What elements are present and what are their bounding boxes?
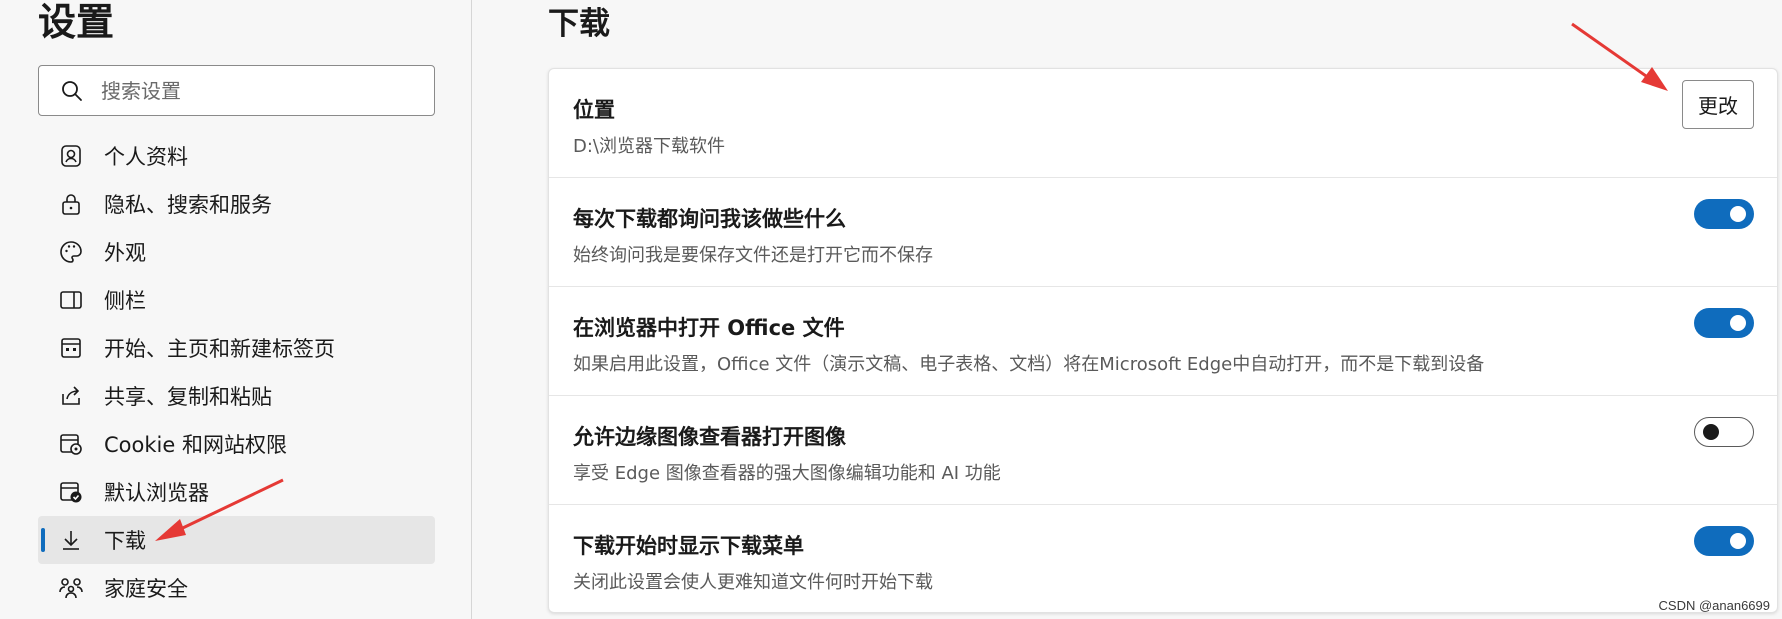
sidebar-item-label: 个人资料 <box>104 145 188 169</box>
setting-row-location: 位置 D:\浏览器下载软件 更改 <box>549 69 1777 178</box>
sidebar-item-appearance[interactable]: 外观 <box>38 228 435 276</box>
sidebar-item-sidebar[interactable]: 侧栏 <box>38 276 435 324</box>
open-office-toggle[interactable] <box>1694 308 1754 338</box>
sidebar-item-label: 隐私、搜索和服务 <box>104 193 272 217</box>
cookie-site-icon <box>58 431 84 457</box>
sidebar-item-label: Cookie 和网站权限 <box>104 433 287 457</box>
setting-row-ask-each-download: 每次下载都询问我该做些什么 始终询问我是要保存文件还是打开它而不保存 <box>549 178 1777 287</box>
sidebar-item-label: 外观 <box>104 241 146 265</box>
palette-icon <box>58 239 84 265</box>
sidebar-item-family[interactable]: 家庭安全 <box>38 564 435 612</box>
setting-title: 在浏览器中打开 Office 文件 <box>573 316 845 340</box>
lock-icon <box>58 191 84 217</box>
sidebar-item-downloads[interactable]: 下载 <box>38 516 435 564</box>
sidebar-item-label: 下载 <box>104 529 146 553</box>
setting-description: 始终询问我是要保存文件还是打开它而不保存 <box>573 245 933 266</box>
settings-sidebar: 设置 个人资料 隐私、搜索和服务 外观 <box>0 0 472 619</box>
setting-title: 位置 <box>573 98 615 122</box>
image-viewer-toggle[interactable] <box>1694 417 1754 447</box>
sidebar-item-cookies[interactable]: Cookie 和网站权限 <box>38 420 435 468</box>
ask-each-download-toggle[interactable] <box>1694 199 1754 229</box>
search-input[interactable] <box>101 78 401 103</box>
setting-description: 如果启用此设置，Office 文件（演示文稿、电子表格、文档）将在Microso… <box>573 354 1485 375</box>
sidebar-item-label: 共享、复制和粘贴 <box>104 385 272 409</box>
search-box[interactable] <box>38 65 435 116</box>
setting-title: 下载开始时显示下载菜单 <box>573 534 804 558</box>
sidebar-title: 设置 <box>38 0 115 44</box>
sidebar-item-share[interactable]: 共享、复制和粘贴 <box>38 372 435 420</box>
setting-description: D:\浏览器下载软件 <box>573 136 725 157</box>
toggle-knob <box>1730 206 1746 222</box>
setting-description: 享受 Edge 图像查看器的强大图像编辑功能和 AI 功能 <box>573 463 1001 484</box>
profile-icon <box>58 143 84 169</box>
family-icon <box>58 575 84 601</box>
downloads-settings-card: 位置 D:\浏览器下载软件 更改 每次下载都询问我该做些什么 始终询问我是要保存… <box>548 68 1778 613</box>
toggle-knob <box>1703 424 1719 440</box>
page-title: 下载 <box>548 6 610 42</box>
default-browser-icon <box>58 479 84 505</box>
setting-title: 允许边缘图像查看器打开图像 <box>573 425 846 449</box>
setting-row-image-viewer: 允许边缘图像查看器打开图像 享受 Edge 图像查看器的强大图像编辑功能和 AI… <box>549 396 1777 505</box>
setting-row-open-office: 在浏览器中打开 Office 文件 如果启用此设置，Office 文件（演示文稿… <box>549 287 1777 396</box>
toggle-knob <box>1730 315 1746 331</box>
sidebar-item-label: 默认浏览器 <box>104 481 209 505</box>
toggle-knob <box>1730 533 1746 549</box>
change-location-button[interactable]: 更改 <box>1682 80 1754 129</box>
settings-nav: 个人资料 隐私、搜索和服务 外观 侧栏 开始、主页和新建标签页 共享、复制和粘贴… <box>38 132 435 612</box>
search-icon <box>62 80 82 101</box>
setting-title: 每次下载都询问我该做些什么 <box>573 207 846 231</box>
sidebar-item-default-browser[interactable]: 默认浏览器 <box>38 468 435 516</box>
sidebar-item-label: 开始、主页和新建标签页 <box>104 337 335 361</box>
sidebar-item-privacy[interactable]: 隐私、搜索和服务 <box>38 180 435 228</box>
watermark: CSDN @anan6699 <box>1658 598 1770 613</box>
sidebar-item-profile[interactable]: 个人资料 <box>38 132 435 180</box>
setting-row-show-download-menu: 下载开始时显示下载菜单 关闭此设置会使人更难知道文件何时开始下载 <box>549 505 1777 614</box>
home-tab-icon <box>58 335 84 361</box>
download-icon <box>58 527 84 553</box>
setting-description: 关闭此设置会使人更难知道文件何时开始下载 <box>573 572 933 593</box>
show-download-menu-toggle[interactable] <box>1694 526 1754 556</box>
sidebar-icon <box>58 287 84 313</box>
sidebar-item-start-home[interactable]: 开始、主页和新建标签页 <box>38 324 435 372</box>
sidebar-item-label: 家庭安全 <box>104 577 188 601</box>
sidebar-item-label: 侧栏 <box>104 289 146 313</box>
share-icon <box>58 383 84 409</box>
